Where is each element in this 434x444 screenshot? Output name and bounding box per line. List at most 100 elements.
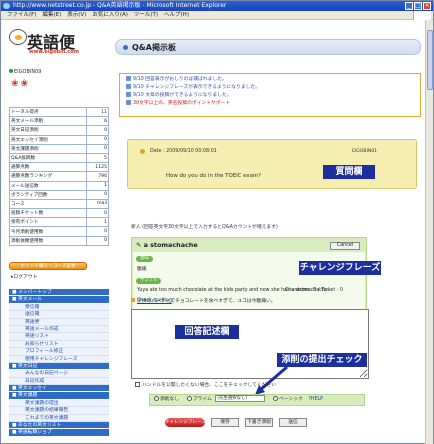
- option-premium[interactable]: プライム: [186, 396, 212, 402]
- nav-item[interactable]: 使用チャレンジフレーズ: [9, 355, 109, 363]
- notice-item[interactable]: 9/10 文章の投稿ができるようになりました。: [126, 92, 414, 100]
- nav-section-header[interactable]: ■ あなたの英文リスト: [9, 422, 109, 430]
- submit-button[interactable]: 送信: [279, 418, 307, 427]
- phrase-cancel-button[interactable]: Cancel: [330, 242, 360, 250]
- menu-file[interactable]: ファイル(F): [7, 11, 36, 19]
- question-box: Date : 2009/09/10 00:08:01 EIGOBIN01 How…: [127, 139, 417, 189]
- maximize-button[interactable]: □: [414, 2, 422, 10]
- nav-section-header[interactable]: ■ 英文エッセイ: [9, 385, 109, 393]
- nav-item[interactable]: 英語リスト: [9, 333, 109, 341]
- stats-value: 0: [86, 226, 109, 237]
- stats-label: 今月添削使用数: [9, 226, 87, 237]
- check-spelling-link[interactable]: Check spelling: [131, 298, 172, 304]
- stats-value: 0: [86, 235, 109, 246]
- stats-row: 英文メール添削 6: [9, 116, 109, 127]
- stats-label: 英文メール添削: [9, 116, 87, 127]
- radio-free[interactable]: [154, 396, 159, 401]
- answer-textarea[interactable]: [131, 309, 369, 379]
- site-logo[interactable]: 英語便 www.eigobin.com: [9, 25, 109, 61]
- stats-row: 通算点数ランキング 796: [9, 171, 109, 182]
- notice-item[interactable]: 9/10 回答表示がおしりのば補ばれました。: [126, 76, 414, 84]
- menu-tools[interactable]: ツール(T): [134, 11, 158, 19]
- logout-link[interactable]: ▸ログアウト: [11, 273, 37, 280]
- nav-item[interactable]: 英文課題の結果報告: [9, 407, 109, 415]
- help-link[interactable]: ?HELP: [308, 397, 323, 402]
- stats-label: 添削依頼使用数: [9, 235, 87, 246]
- notice-text: 9/10 チャレンジフレーズが表示できるようになりました。: [133, 85, 261, 90]
- nav-item[interactable]: 受信箱: [9, 303, 109, 312]
- nav-item[interactable]: 英語便: [9, 318, 109, 326]
- menu-help[interactable]: ヘルプ(H): [164, 11, 189, 19]
- radio-basic[interactable]: [272, 396, 278, 401]
- stats-row: 英文課題添削 0: [9, 143, 109, 154]
- meaning-tag: 意味: [136, 256, 153, 262]
- save-button[interactable]: 保存: [211, 418, 239, 427]
- radio-premium[interactable]: [186, 396, 192, 401]
- anonymous-checkbox[interactable]: [135, 382, 140, 387]
- stats-row: 通算点数 1125: [9, 162, 109, 173]
- option-free[interactable]: 添削なし: [154, 396, 180, 402]
- stats-label: 英文課題添削: [9, 143, 87, 154]
- stats-value: 0: [86, 189, 109, 200]
- nav-section-header[interactable]: ■ 英文日記: [9, 362, 109, 371]
- teacher-select[interactable]: (先生選択なし): [215, 395, 266, 402]
- nav-section-header[interactable]: ■ 英語転職ジョブ: [9, 429, 109, 437]
- anonymous-option: ハンドルを公開したくない場合、ここをチェックしてください: [135, 381, 276, 388]
- nav-section-header[interactable]: ■ 英文メール: [9, 296, 109, 304]
- stats-label: 通算点数: [9, 162, 87, 173]
- stats-row: 英文日記添削 0: [9, 125, 109, 136]
- date-icon: [140, 149, 145, 154]
- windows-flag-icon: [413, 11, 431, 20]
- stats-row: コース mail: [9, 198, 109, 210]
- sidebar: 英語便 www.eigobin.com EIGOBIN09 ❀❀ トータル得点 1…: [9, 25, 109, 437]
- browser-window: http://www.netstreet.co.jp - Q&A英語掲示板 - …: [0, 0, 434, 444]
- menu-favorites[interactable]: お気に入り(A): [92, 11, 128, 19]
- stats-value: 0: [86, 134, 109, 145]
- stats-value: 1125: [86, 162, 109, 173]
- window-title: http://www.netstreet.co.jp - Q&A英語掲示板 - …: [13, 2, 227, 9]
- stats-row: 保有ポイント 1: [9, 217, 109, 228]
- menu-bar: ファイル(F) 編集(E) 表示(V) お気に入り(A) ツール(T) ヘルプ(…: [1, 11, 433, 20]
- notice-box: 9/10 回答表示がおしりのば補ばれました。 9/10 チャレンジフレーズが表示で…: [119, 73, 421, 117]
- notice-item[interactable]: 9/10 チャレンジフレーズが表示できるようになりました。: [126, 84, 414, 92]
- nav-item[interactable]: 日記作成: [9, 377, 109, 386]
- close-button[interactable]: ×: [423, 2, 431, 10]
- menu-edit[interactable]: 編集(E): [42, 11, 61, 19]
- nav-section-header[interactable]: ■ 英文課題: [9, 392, 109, 400]
- logo-bubble-icon: [9, 29, 27, 45]
- stats-value: 11: [86, 106, 109, 118]
- example-tag: サンプル: [136, 278, 162, 284]
- nav-item[interactable]: これまでの英文課題: [9, 414, 109, 423]
- stats-label: 英文日記添削: [9, 125, 87, 136]
- option-free-label: 添削なし: [160, 397, 180, 402]
- challenge-phrase-button[interactable]: チャレンジフレーズ: [165, 418, 205, 427]
- nav-item[interactable]: プロフィール修正: [9, 348, 109, 356]
- question-user[interactable]: EIGOBIN01: [352, 149, 377, 154]
- nav-item[interactable]: 英文課題の提出: [9, 399, 109, 408]
- logo-url: www.eigobin.com: [29, 49, 79, 55]
- stats-value: 0: [86, 143, 109, 154]
- menu-view[interactable]: 表示(V): [67, 11, 86, 19]
- page-title-bar: Q&A掲示板: [115, 39, 421, 55]
- check-spelling-text: Check spelling: [137, 298, 172, 304]
- nav-item[interactable]: お知らせリスト: [9, 340, 109, 349]
- nav-item[interactable]: 送信箱: [9, 311, 109, 319]
- option-basic[interactable]: ベーシック: [272, 396, 303, 402]
- nav-item[interactable]: みんなの日記ページ: [9, 370, 109, 378]
- stats-row: ボランティア回数 0: [9, 189, 109, 200]
- draft-button[interactable]: 下書き添削: [245, 418, 273, 427]
- stats-row: 添削依頼使用数 0: [9, 235, 109, 246]
- spell-icon: [131, 298, 135, 302]
- nav-item[interactable]: 英語メール作成: [9, 325, 109, 334]
- vertical-scrollbar[interactable]: [425, 20, 433, 444]
- stats-row: 英文エッセイ添削 0: [9, 134, 109, 145]
- notice-bullet-icon: [126, 84, 131, 89]
- scroll-thumb[interactable]: [427, 30, 433, 90]
- notice-item[interactable]: 30文字以上の、英名投稿のポイントサポート: [126, 100, 414, 108]
- anonymous-text: ハンドルを公開したくない場合、ここをチェックしてください: [142, 383, 277, 388]
- stats-label: メール送信数: [9, 180, 87, 191]
- minimize-button[interactable]: _: [405, 2, 413, 10]
- page-title: Q&A掲示板: [132, 43, 176, 52]
- nav-section-header[interactable]: ■ メンバートップ: [9, 289, 109, 297]
- purchase-points-button[interactable]: ポイント購入・コース変更: [9, 262, 87, 270]
